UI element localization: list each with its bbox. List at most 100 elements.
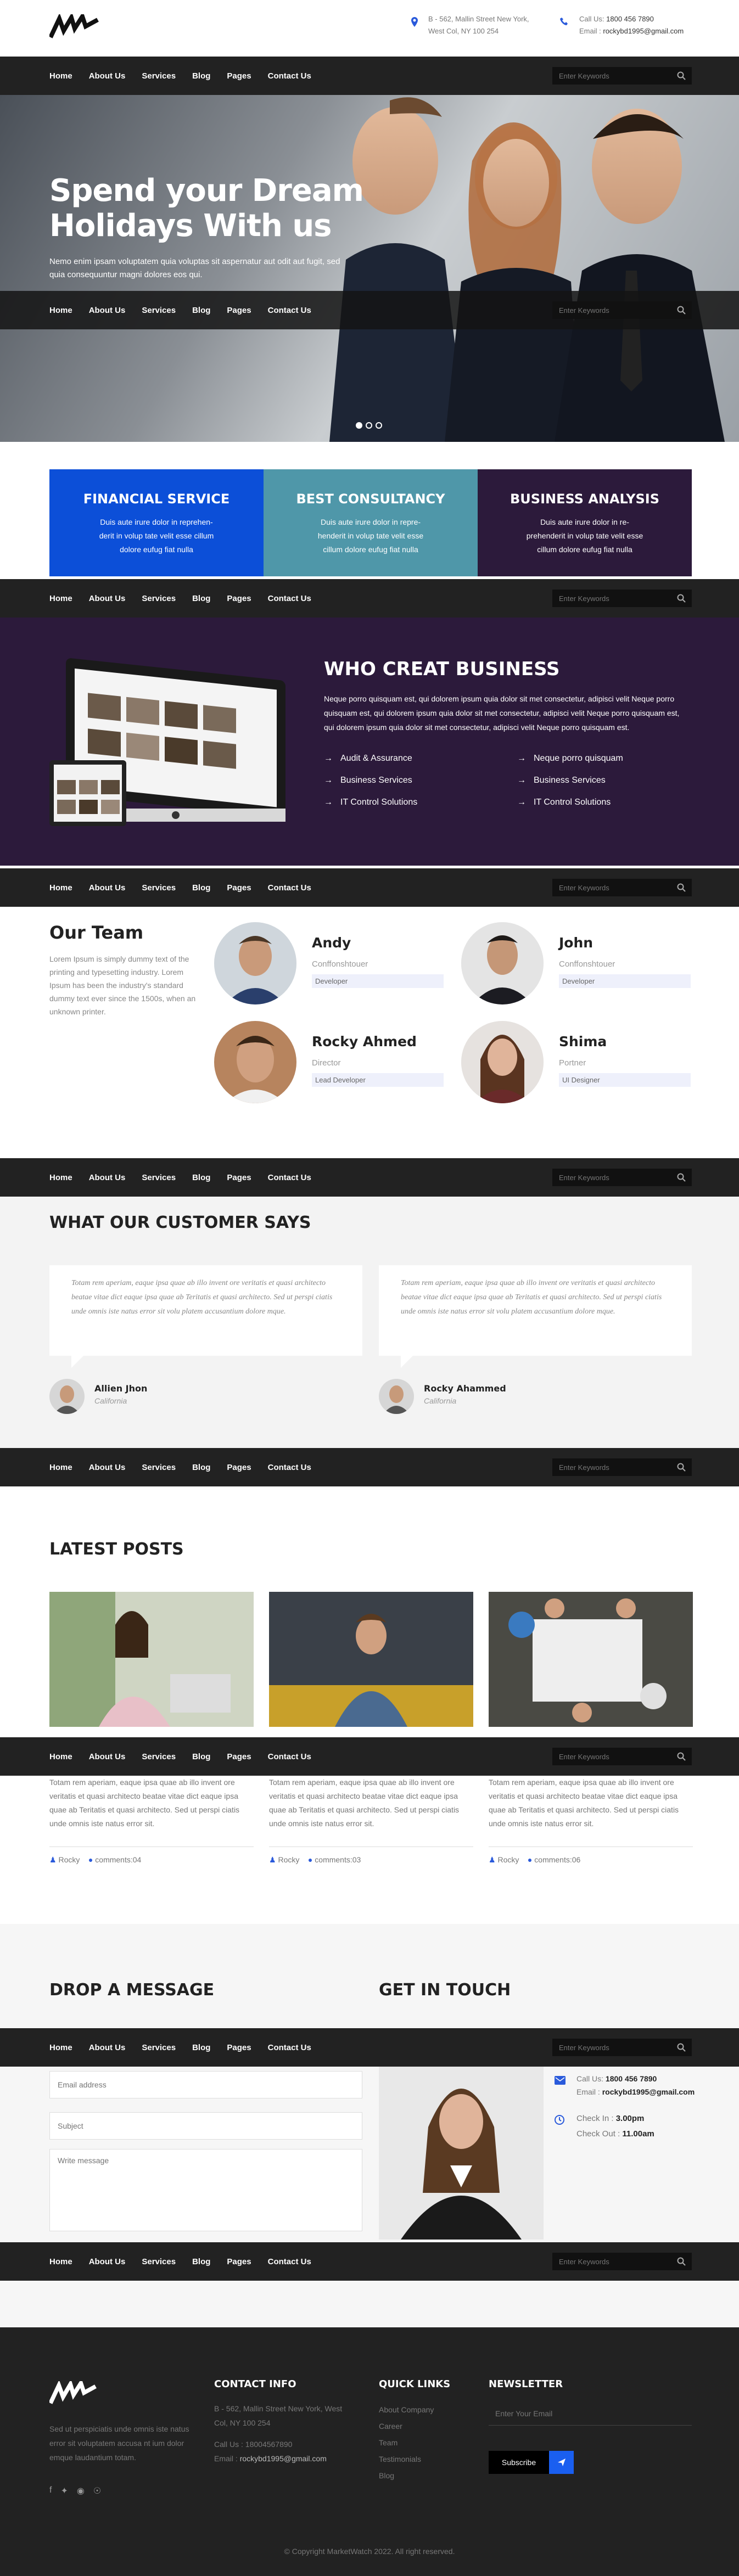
nav-contact[interactable]: Contact Us (268, 71, 311, 81)
search-icon[interactable] (677, 594, 686, 603)
quick-link[interactable]: Testimonials (379, 2451, 434, 2467)
nav-blog[interactable]: Blog (192, 1463, 210, 1472)
nav-blog[interactable]: Blog (192, 883, 210, 893)
nav-pages[interactable]: Pages (227, 883, 251, 893)
nav-pages[interactable]: Pages (227, 1173, 251, 1182)
email-link[interactable]: rockybd1995@gmail.com (602, 2087, 695, 2096)
nav-blog[interactable]: Blog (192, 1752, 210, 1761)
quick-link[interactable]: Blog (379, 2467, 434, 2484)
nav-services[interactable]: Services (142, 1463, 176, 1472)
search-input[interactable] (552, 1458, 692, 1476)
nav-contact[interactable]: Contact Us (268, 2043, 311, 2052)
nav-about[interactable]: About Us (89, 2257, 126, 2266)
facebook-icon[interactable]: f (49, 2485, 52, 2496)
search-icon[interactable] (677, 883, 686, 892)
nav-contact[interactable]: Contact Us (268, 1173, 311, 1182)
nav-about[interactable]: About Us (89, 71, 126, 81)
nav-blog[interactable]: Blog (192, 71, 210, 81)
nav-pages[interactable]: Pages (227, 306, 251, 315)
nav-home[interactable]: Home (49, 594, 72, 603)
nav-pages[interactable]: Pages (227, 1463, 251, 1472)
nav-pages[interactable]: Pages (227, 71, 251, 81)
post-comments[interactable]: comments:06 (534, 1855, 580, 1864)
slider-dot-2[interactable] (366, 422, 372, 429)
search-icon[interactable] (677, 1752, 686, 1761)
subject-field[interactable] (49, 2112, 362, 2140)
post-author[interactable]: Rocky (278, 1855, 299, 1864)
nav-services[interactable]: Services (142, 71, 176, 81)
nav-about[interactable]: About Us (89, 883, 126, 893)
search-icon[interactable] (677, 1173, 686, 1182)
call-number[interactable]: 1800 456 7890 (606, 15, 654, 23)
post-comments[interactable]: comments:03 (315, 1855, 361, 1864)
nav-services[interactable]: Services (142, 1173, 176, 1182)
post-comments[interactable]: comments:04 (95, 1855, 141, 1864)
nav-home[interactable]: Home (49, 1173, 72, 1182)
site-logo[interactable] (49, 14, 99, 40)
instagram-icon[interactable]: ◉ (77, 2485, 85, 2496)
nav-contact[interactable]: Contact Us (268, 1463, 311, 1472)
nav-home[interactable]: Home (49, 306, 72, 315)
nav-contact[interactable]: Contact Us (268, 306, 311, 315)
nav-pages[interactable]: Pages (227, 2043, 251, 2052)
nav-about[interactable]: About Us (89, 306, 126, 315)
post-author[interactable]: Rocky (497, 1855, 519, 1864)
nav-contact[interactable]: Contact Us (268, 594, 311, 603)
nav-about[interactable]: About Us (89, 2043, 126, 2052)
search-input[interactable] (552, 2253, 692, 2270)
nav-blog[interactable]: Blog (192, 2043, 210, 2052)
call-number[interactable]: 18004567890 (245, 2440, 293, 2449)
nav-pages[interactable]: Pages (227, 1752, 251, 1761)
nav-home[interactable]: Home (49, 2257, 72, 2266)
nav-home[interactable]: Home (49, 1463, 72, 1472)
search-input[interactable] (552, 879, 692, 896)
post-author[interactable]: Rocky (58, 1855, 80, 1864)
nav-blog[interactable]: Blog (192, 1173, 210, 1182)
search-input[interactable] (552, 1748, 692, 1765)
nav-home[interactable]: Home (49, 2043, 72, 2052)
search-input[interactable] (552, 1169, 692, 1186)
nav-contact[interactable]: Contact Us (268, 1752, 311, 1761)
slider-dot-1[interactable] (356, 422, 362, 429)
search-icon[interactable] (677, 306, 686, 315)
search-icon[interactable] (677, 1463, 686, 1472)
message-field[interactable] (49, 2149, 362, 2231)
nav-services[interactable]: Services (142, 306, 176, 315)
service-card-analysis[interactable]: BUSINESS ANALYSIS Duis aute irure dolor … (478, 469, 692, 576)
nav-home[interactable]: Home (49, 883, 72, 893)
search-icon[interactable] (677, 2043, 686, 2052)
nav-about[interactable]: About Us (89, 594, 126, 603)
post-image[interactable] (269, 1592, 473, 1727)
nav-pages[interactable]: Pages (227, 2257, 251, 2266)
nav-blog[interactable]: Blog (192, 594, 210, 603)
nav-services[interactable]: Services (142, 883, 176, 893)
call-number[interactable]: 1800 456 7890 (606, 2074, 657, 2083)
email-link[interactable]: rockybd1995@gmail.com (240, 2454, 327, 2463)
quick-link[interactable]: About Company (379, 2401, 434, 2418)
post-image[interactable] (49, 1592, 254, 1727)
search-input[interactable] (552, 67, 692, 85)
search-input[interactable] (552, 301, 692, 319)
pinterest-icon[interactable]: ☉ (93, 2485, 101, 2496)
twitter-icon[interactable]: ✦ (60, 2485, 68, 2496)
search-icon[interactable] (677, 71, 686, 80)
nav-contact[interactable]: Contact Us (268, 2257, 311, 2266)
nav-home[interactable]: Home (49, 1752, 72, 1761)
nav-services[interactable]: Services (142, 2257, 176, 2266)
service-card-consultancy[interactable]: BEST CONSULTANCY Duis aute irure dolor i… (264, 469, 478, 576)
quick-link[interactable]: Team (379, 2434, 434, 2451)
nav-services[interactable]: Services (142, 1752, 176, 1761)
newsletter-email-input[interactable] (489, 2401, 692, 2426)
search-input[interactable] (552, 2039, 692, 2056)
nav-about[interactable]: About Us (89, 1173, 126, 1182)
nav-services[interactable]: Services (142, 2043, 176, 2052)
nav-contact[interactable]: Contact Us (268, 883, 311, 893)
search-icon[interactable] (677, 2257, 686, 2266)
subscribe-button[interactable]: Subscribe (489, 2451, 574, 2474)
quick-link[interactable]: Career (379, 2418, 434, 2434)
nav-home[interactable]: Home (49, 71, 72, 81)
nav-blog[interactable]: Blog (192, 2257, 210, 2266)
search-input[interactable] (552, 590, 692, 607)
slider-dot-3[interactable] (376, 422, 382, 429)
email-link[interactable]: rockybd1995@gmail.com (603, 27, 684, 35)
